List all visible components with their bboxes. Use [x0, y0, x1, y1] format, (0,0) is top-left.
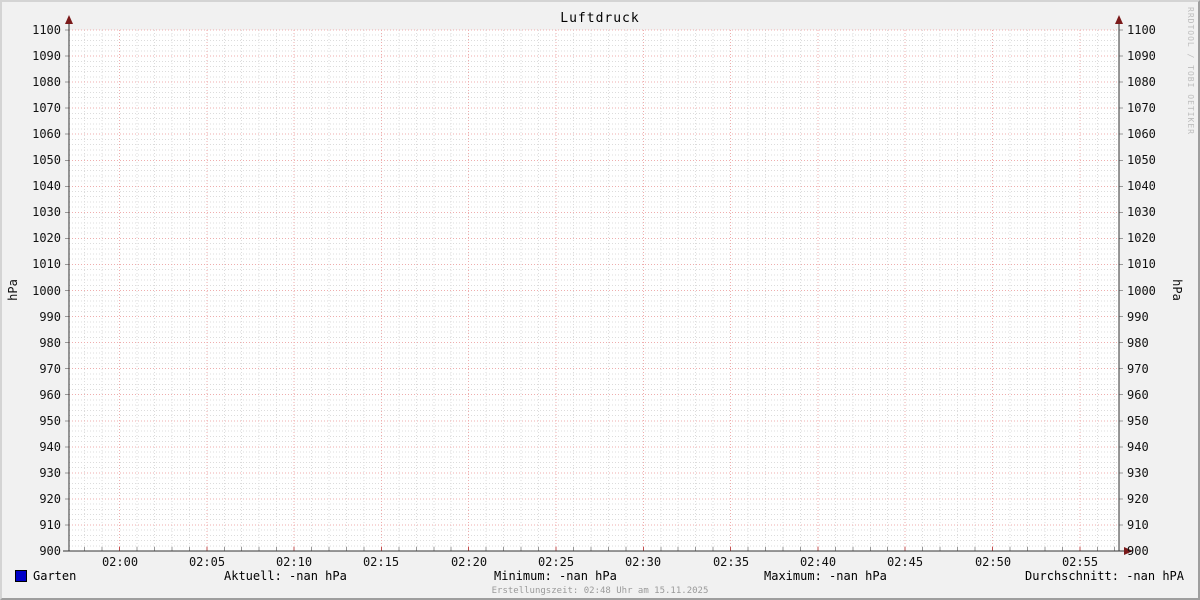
y-tick-label: 980 — [1127, 336, 1149, 350]
x-tick-label: 02:35 — [712, 555, 750, 569]
y-tick-label: 1100 — [32, 23, 61, 37]
y-tick-label: 1010 — [32, 257, 61, 271]
creation-timestamp: Erstellungszeit: 02:48 Uhr am 15.11.2025 — [491, 586, 709, 596]
y-tick-label: 970 — [39, 362, 61, 376]
y-tick-label: 1030 — [32, 205, 61, 219]
y-tick-label: 1070 — [1127, 101, 1156, 115]
y-tick-label: 940 — [1127, 440, 1149, 454]
y-tick-label: 1070 — [32, 101, 61, 115]
y-tick-label: 1080 — [32, 75, 61, 89]
y-tick-label: 930 — [1127, 466, 1149, 480]
y-tick-label: 1050 — [1127, 153, 1156, 167]
y-tick-label: 970 — [1127, 362, 1149, 376]
y-tick-label: 930 — [39, 466, 61, 480]
x-tick-label: 02:55 — [1061, 555, 1099, 569]
y-tick-label: 1060 — [1127, 127, 1156, 141]
y-tick-label: 990 — [1127, 310, 1149, 324]
stat-average: Durchschnitt: -nan hPA — [1025, 569, 1184, 583]
x-tick-label: 02:10 — [275, 555, 313, 569]
x-tick-label: 02:00 — [101, 555, 139, 569]
y-tick-label: 1090 — [32, 49, 61, 63]
x-tick-label: 02:45 — [886, 555, 924, 569]
legend-series-label: Garten — [33, 569, 77, 583]
x-tick-label: 02:30 — [624, 555, 662, 569]
y-tick-label: 960 — [39, 388, 61, 402]
y-tick-label: 1080 — [1127, 75, 1156, 89]
y-axis-unit-right: hPa — [1170, 279, 1184, 301]
y-tick-label: 1090 — [1127, 49, 1156, 63]
y-tick-label: 1060 — [32, 127, 61, 141]
x-tick-label: 02:40 — [799, 555, 837, 569]
x-tick-label: 02:15 — [362, 555, 400, 569]
y-tick-label: 1020 — [1127, 231, 1156, 245]
y-tick-label: 960 — [1127, 388, 1149, 402]
rrdtool-graph: Luftdruck 1100 1090 1080 1070 1060 1050 1040 10… — [0, 0, 1200, 600]
rrdtool-watermark: RRDTOOL / TOBI OETIKER — [1186, 7, 1195, 135]
stat-minimum: Minimum: -nan hPa — [494, 569, 617, 583]
y-tick-label: 1020 — [32, 231, 61, 245]
y-axis-unit-left: hPa — [6, 279, 20, 301]
y-tick-label: 910 — [1127, 518, 1149, 532]
y-tick-label: 910 — [39, 518, 61, 532]
legend-color-swatch — [15, 570, 27, 582]
y-tick-label: 1010 — [1127, 257, 1156, 271]
stat-current: Aktuell: -nan hPa — [224, 569, 347, 583]
x-tick-label: 02:20 — [450, 555, 488, 569]
x-tick-label: 02:50 — [974, 555, 1012, 569]
y-tick-label: 900 — [39, 544, 61, 558]
y-tick-label: 1040 — [1127, 179, 1156, 193]
chart-title: Luftdruck — [560, 11, 640, 26]
plot-area — [69, 30, 1119, 551]
y-tick-label: 1040 — [32, 179, 61, 193]
y-tick-label: 920 — [1127, 492, 1149, 506]
y-tick-label: 950 — [39, 414, 61, 428]
y-tick-label: 920 — [39, 492, 61, 506]
y-tick-label: 1030 — [1127, 205, 1156, 219]
x-tick-label: 02:25 — [537, 555, 575, 569]
y-tick-label: 1100 — [1127, 23, 1156, 37]
stat-maximum: Maximum: -nan hPa — [764, 569, 887, 583]
y-tick-label: 1050 — [32, 153, 61, 167]
y-tick-label: 900 — [1127, 544, 1149, 558]
x-tick-label: 02:05 — [188, 555, 226, 569]
y-tick-label: 950 — [1127, 414, 1149, 428]
y-tick-label: 980 — [39, 336, 61, 350]
y-tick-label: 940 — [39, 440, 61, 454]
y-tick-label: 990 — [39, 310, 61, 324]
